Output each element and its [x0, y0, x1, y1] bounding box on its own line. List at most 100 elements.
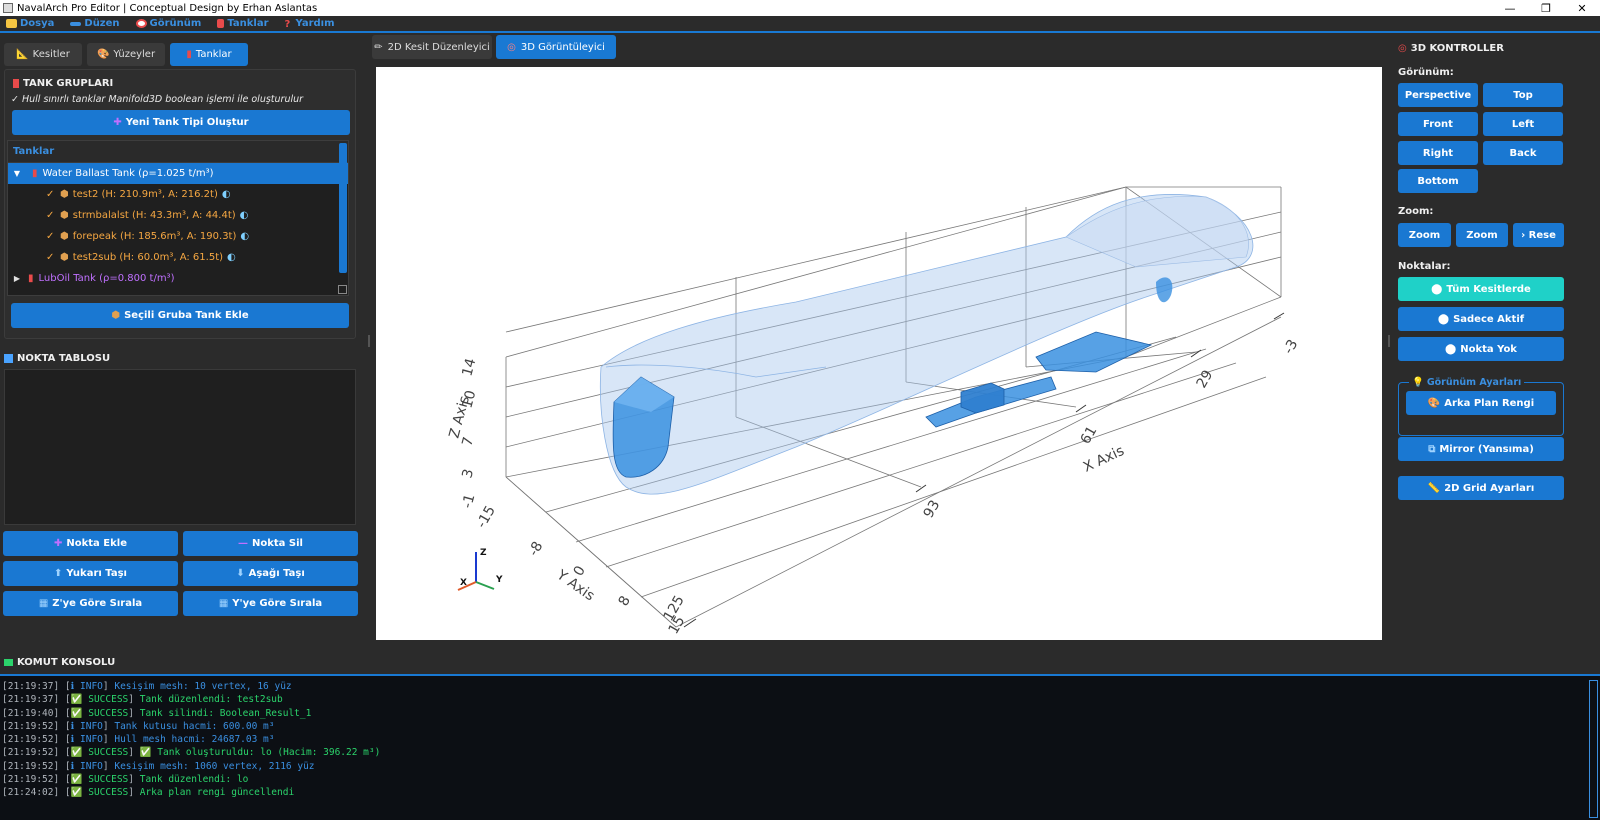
points-active-only-button[interactable]: ⬤ Sadece Aktif [1398, 307, 1564, 331]
3d-scene[interactable]: Z Axis X Axis Y Axis 125 93 61 29 -3 -15… [376, 67, 1382, 640]
radio-icon: ⬤ [1431, 283, 1443, 295]
menu-yardim[interactable]: ? Yardım [285, 18, 335, 30]
arrow-down-icon: ⬇ [236, 568, 245, 579]
sort-by-y-button[interactable]: ▦ Y'ye Göre Sırala [183, 591, 358, 616]
tank-icon [13, 79, 19, 88]
view-right-button[interactable]: Right [1398, 141, 1478, 165]
zoom-label: Zoom: [1398, 206, 1434, 217]
z-tick: 10 [459, 389, 479, 410]
check-icon: ✓ [46, 231, 55, 242]
tank-icon: ▮ [186, 49, 192, 60]
plus-icon: ✚ [113, 117, 122, 128]
orientation-triad: Z X Y [457, 548, 503, 591]
menu-duzen[interactable]: Düzen [70, 18, 120, 29]
menu-dosya[interactable]: Dosya [6, 18, 54, 29]
new-tank-type-button[interactable]: ✚ Yeni Tank Tipi Oluştur [12, 110, 350, 135]
center-tabs: ✏ 2D Kesit Düzenleyici ◎ 3D Görüntüleyici [372, 35, 620, 59]
view-back-button[interactable]: Back [1483, 141, 1563, 165]
tab-3d-viewer[interactable]: ◎ 3D Görüntüleyici [496, 35, 616, 59]
hull-mesh [600, 194, 1254, 495]
window-title: NavalArch Pro Editor | Conceptual Design… [17, 2, 318, 14]
menu-tanklar[interactable]: Tanklar [217, 18, 269, 29]
move-down-button[interactable]: ⬇ Aşağı Taşı [183, 561, 358, 586]
center-panel: ✏ 2D Kesit Düzenleyici ◎ 3D Görüntüleyici [372, 35, 1386, 645]
z-tick: -1 [459, 492, 478, 510]
z-tick: 7 [459, 435, 477, 448]
resize-corner-icon[interactable] [338, 285, 347, 294]
close-button[interactable]: ✕ [1564, 2, 1600, 15]
right-panel: ◎ 3D KONTROLLER Görünüm: Perspective Top … [1394, 35, 1600, 655]
point-table[interactable] [4, 369, 356, 525]
tree-item-test2sub[interactable]: ✓ ⬢ test2sub (H: 60.0m³, A: 61.5t) ◐ [8, 247, 348, 268]
tree-item-forepeak[interactable]: ✓ ⬢ forepeak (H: 185.6m³, A: 190.3t) ◐ [8, 226, 348, 247]
palette-icon: 🎨 [1427, 397, 1441, 409]
console-line: [21:19:52] [✅ SUCCESS] ✅ Tank oluşturuld… [2, 747, 381, 759]
left-splitter-handle[interactable] [368, 335, 370, 347]
points-none-button[interactable]: ⬤ Nokta Yok [1398, 337, 1564, 361]
console-scrollbar[interactable] [1589, 680, 1598, 818]
minus-icon: — [238, 538, 249, 549]
console-line: [21:19:52] [ℹ INFO] Tank kutusu hacmi: 6… [2, 720, 275, 732]
box-icon: ⬢ [60, 252, 69, 263]
check-icon: ✓ [46, 252, 55, 263]
view-left-button[interactable]: Left [1483, 112, 1563, 136]
delete-point-button[interactable]: — Nokta Sil [183, 531, 358, 556]
add-point-button[interactable]: ✚ Nokta Ekle [3, 531, 178, 556]
tree-item-test2[interactable]: ✓ ⬢ test2 (H: 210.9m³, A: 216.2t) ◐ [8, 184, 348, 205]
view-bottom-button[interactable]: Bottom [1398, 169, 1478, 193]
mirror-button[interactable]: ⧉ Mirror (Yansıma) [1398, 437, 1564, 461]
table-icon [4, 354, 13, 363]
z-tick: 14 [459, 357, 479, 378]
shield-icon: ◐ [239, 210, 249, 221]
maximize-button[interactable]: ❐ [1528, 2, 1564, 15]
menu-gorunum[interactable]: Görünüm [135, 18, 201, 29]
tab-2d-kesit[interactable]: ✏ 2D Kesit Düzenleyici [372, 35, 492, 59]
check-icon: ✅ [70, 707, 83, 719]
console-line: [21:19:52] [ℹ INFO] Kesişim mesh: 1060 v… [2, 760, 315, 772]
sort-by-z-button[interactable]: ▦ Z'ye Göre Sırala [3, 591, 178, 616]
terminal-icon [4, 659, 13, 666]
zoom-reset-button[interactable]: › Rese [1513, 223, 1564, 247]
zoom-in-button[interactable]: Zoom [1398, 223, 1451, 247]
check-icon: ✅ [70, 774, 83, 786]
y-tick: 8 [616, 593, 634, 609]
tank-groups-note: ✓ Hull sınırlı tanklar Manifold3D boolea… [11, 94, 304, 105]
radio-icon: ⬤ [1437, 313, 1450, 325]
test2sub-tank [1035, 331, 1153, 373]
points-all-sections-button[interactable]: ⬤ Tüm Kesitlerde [1398, 277, 1564, 301]
tank-icon: ▮ [32, 168, 38, 179]
view-top-button[interactable]: Top [1483, 83, 1563, 107]
tab-kesitler[interactable]: 📐 Kesitler [4, 43, 82, 66]
shield-icon: ◐ [227, 252, 236, 263]
palette-icon: 🎨 [96, 49, 110, 60]
tree-group-water-ballast[interactable]: ▼ ▮ Water Ballast Tank (ρ=1.025 t/m³) [8, 163, 348, 184]
box-icon: ⬢ [60, 231, 69, 242]
bg-color-button[interactable]: 🎨 Arka Plan Rengi [1406, 391, 1556, 415]
tree-item-strmbalalst[interactable]: ✓ ⬢ strmbalalst (H: 43.3m³, A: 44.4t) ◐ [8, 205, 348, 226]
add-tank-to-group-button[interactable]: ⬢ Seçili Gruba Tank Ekle [11, 303, 349, 328]
nokta-tablosu-title: NOKTA TABLOSU [4, 353, 110, 364]
zoom-out-button[interactable]: Zoom [1456, 223, 1508, 247]
view-front-button[interactable]: Front [1398, 112, 1478, 136]
y-tick: -15 [474, 503, 499, 531]
view-perspective-button[interactable]: Perspective [1398, 83, 1478, 107]
tree-group-luboil[interactable]: ▶ ▮ LubOil Tank (ρ=0.800 t/m³) [8, 268, 348, 289]
console-line: [21:19:52] [✅ SUCCESS] Tank düzenlendi: … [2, 774, 249, 786]
tank-groups-title: TANK GRUPLARI [13, 78, 113, 89]
grid-settings-button[interactable]: 📏 2D Grid Ayarları [1398, 476, 1564, 500]
tree-scrollbar[interactable] [339, 143, 347, 273]
x-tick: 93 [921, 498, 944, 521]
bulb-icon: 💡 [1412, 377, 1424, 388]
check-icon: ✅ [70, 747, 83, 759]
right-splitter-handle[interactable] [1388, 335, 1390, 347]
minimize-button[interactable]: — [1492, 2, 1528, 15]
tab-tanklar[interactable]: ▮ Tanklar [170, 43, 248, 66]
move-up-button[interactable]: ⬆ Yukarı Taşı [3, 561, 178, 586]
tab-yuzeyler[interactable]: 🎨 Yüzeyler [87, 43, 165, 66]
console-output[interactable]: [21:19:37] [ℹ INFO] Kesişim mesh: 10 ver… [0, 674, 1600, 820]
folder-icon [6, 19, 17, 28]
eye-icon [135, 19, 147, 28]
left-tabs: 📐 Kesitler 🎨 Yüzeyler ▮ Tanklar [4, 43, 253, 66]
shield-icon: ◐ [221, 189, 231, 200]
3d-viewport[interactable]: Z Axis X Axis Y Axis 125 93 61 29 -3 -15… [376, 67, 1382, 640]
